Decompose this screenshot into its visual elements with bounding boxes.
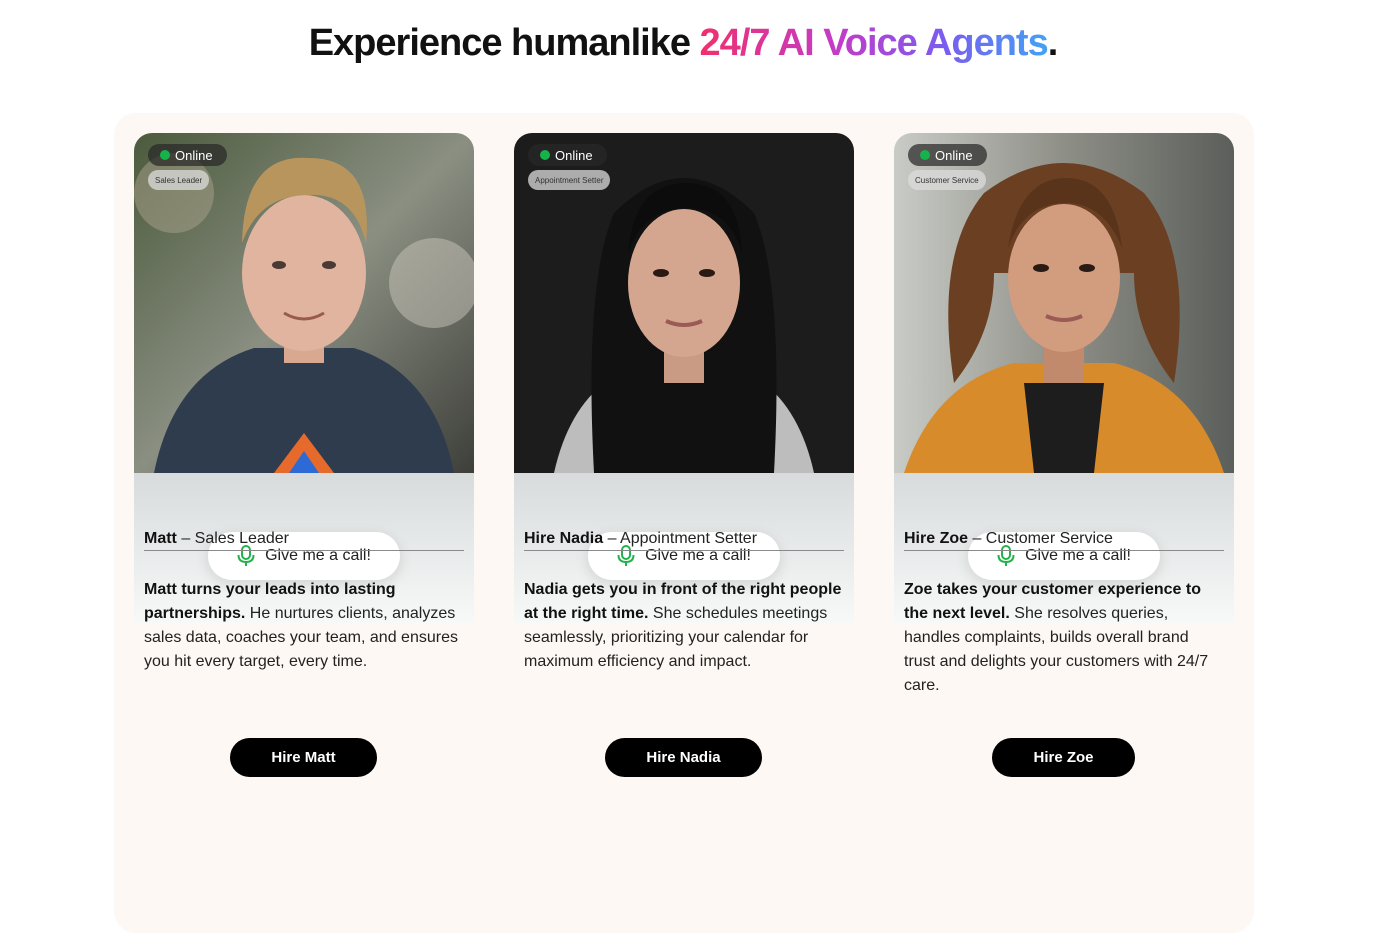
- headline-prefix: Experience humanlike: [308, 22, 700, 64]
- headline-suffix: .: [1047, 22, 1059, 64]
- agent-name: Hire Nadia: [524, 530, 604, 547]
- agent-role: – Customer Service: [968, 530, 1113, 547]
- agent-description-nadia: Nadia gets you in front of the right peo…: [524, 578, 844, 674]
- agent-description-matt: Matt turns your leads into lasting partn…: [144, 578, 464, 674]
- role-badge: Appointment Setter: [528, 170, 611, 190]
- agent-title-zoe: Hire Zoe – Customer Service: [904, 530, 1224, 551]
- online-dot-icon: [920, 150, 930, 160]
- status-badge-online: Online: [148, 144, 227, 166]
- agent-role: – Sales Leader: [176, 530, 289, 547]
- agent-name: Matt: [144, 530, 177, 547]
- online-dot-icon: [160, 150, 170, 160]
- role-badge: Customer Service: [908, 170, 986, 190]
- status-badge-online: Online: [908, 144, 987, 166]
- status-label: Online: [555, 147, 593, 163]
- hire-matt-button[interactable]: Hire Matt: [230, 738, 377, 777]
- page-headline: Experience humanlike 24/7 AI Voice Agent…: [0, 22, 1366, 65]
- hire-zoe-button[interactable]: Hire Zoe: [992, 738, 1135, 777]
- status-badge-online: Online: [528, 144, 607, 166]
- agent-title-matt: Matt – Sales Leader: [144, 530, 464, 551]
- agent-title-nadia: Hire Nadia – Appointment Setter: [524, 530, 844, 551]
- agent-role: – Appointment Setter: [603, 530, 758, 547]
- agent-name: Hire Zoe: [904, 530, 969, 547]
- role-badge: Sales Leader: [148, 170, 210, 190]
- status-label: Online: [935, 147, 973, 163]
- agent-photo-matt: Online Sales Leader: [134, 133, 474, 473]
- hire-nadia-button[interactable]: Hire Nadia: [605, 738, 762, 777]
- headline-highlight: 24/7 AI Voice Agents: [699, 22, 1049, 64]
- status-label: Online: [175, 147, 213, 163]
- agent-photo-nadia: Online Appointment Setter: [514, 133, 854, 473]
- agent-photo-zoe: Online Customer Service: [894, 133, 1234, 473]
- online-dot-icon: [540, 150, 550, 160]
- agent-description-zoe: Zoe takes your customer experience to th…: [904, 578, 1224, 698]
